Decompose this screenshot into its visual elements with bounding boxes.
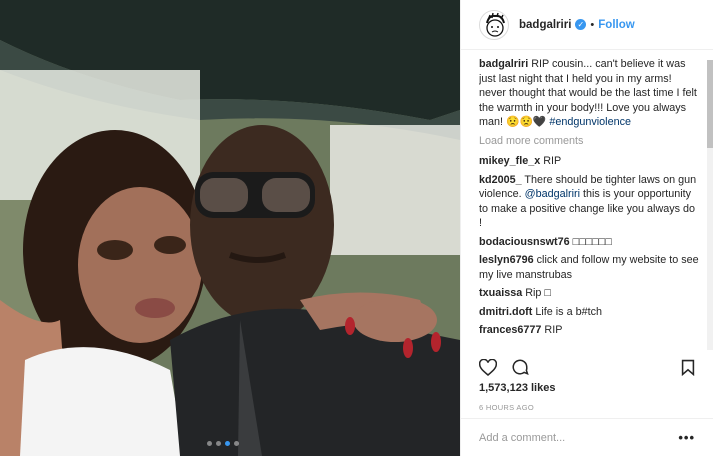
post-timestamp: 6 HOURS AGO [479,403,534,412]
comment-text: Rip □ [522,287,551,299]
comment-username[interactable]: txuaissa [479,287,522,299]
comment-username[interactable]: frances6777 [479,324,541,336]
comment-icon[interactable] [509,356,531,378]
scrollbar-thumb[interactable] [707,60,713,148]
header-separator: • [590,18,595,31]
post-photo[interactable] [0,0,460,456]
caption: badgalriri RIP cousin... can't believe i… [479,57,701,130]
action-bar [477,355,699,379]
comment-username[interactable]: bodaciousnswt76 [479,236,570,248]
caption-hashtag[interactable]: #endgunviolence [549,116,631,128]
comment-username[interactable]: kd2005_ [479,174,522,186]
avatar[interactable] [479,9,509,40]
post-side-panel: badgalriri ✓ • Follow badgalriri RIP cou… [460,0,713,456]
carousel-dot-active [225,441,230,446]
add-comment-bar: ••• [461,418,713,456]
post-header: badgalriri ✓ • Follow [461,0,713,50]
carousel-dot [234,441,239,446]
comment-item: frances6777 RIP [479,323,701,338]
comment-text: □□□□□□ [569,235,612,248]
comment-item: kd2005_ There should be tighter laws on … [479,173,701,231]
carousel-dot [207,441,212,446]
avatar-drawing [486,12,505,37]
heart-icon[interactable] [477,356,499,378]
carousel-dot [216,441,221,446]
bookmark-icon[interactable] [677,356,699,378]
comment-item: mikey_fle_x RIP [479,154,701,169]
carousel-indicator [207,441,239,446]
instagram-post: badgalriri ✓ • Follow badgalriri RIP cou… [0,0,713,456]
more-options-icon[interactable]: ••• [678,431,695,444]
header-username[interactable]: badgalriri [519,19,571,31]
comment-text: RIP [541,324,563,336]
follow-button[interactable]: Follow [598,19,634,31]
comment-mention[interactable]: @badgalriri [525,188,580,200]
comment-item: txuaissa Rip □ [479,286,701,301]
comment-text: Life is a b#tch [532,305,602,318]
comments-list: badgalriri RIP cousin... can't believe i… [479,57,701,347]
comment-item: bodaciousnswt76 □□□□□□ [479,235,701,250]
comment-item: dmitri.doft Life is a b#tch [479,305,701,320]
caption-username[interactable]: badgalriri [479,58,528,70]
comment-item: leslyn6796 click and follow my website t… [479,253,701,282]
comment-text: RIP [540,155,562,167]
comment-username[interactable]: dmitri.doft [479,306,532,318]
add-comment-input[interactable] [479,431,679,444]
verified-icon: ✓ [575,19,587,30]
comment-username[interactable]: leslyn6796 [479,254,534,266]
likes-count[interactable]: 1,573,123 likes [479,382,555,394]
comments-scrollbar[interactable] [707,60,713,350]
comment-username[interactable]: mikey_fle_x [479,155,540,167]
photo-illustration [0,0,460,456]
load-more-comments-button[interactable]: Load more comments [479,134,701,149]
